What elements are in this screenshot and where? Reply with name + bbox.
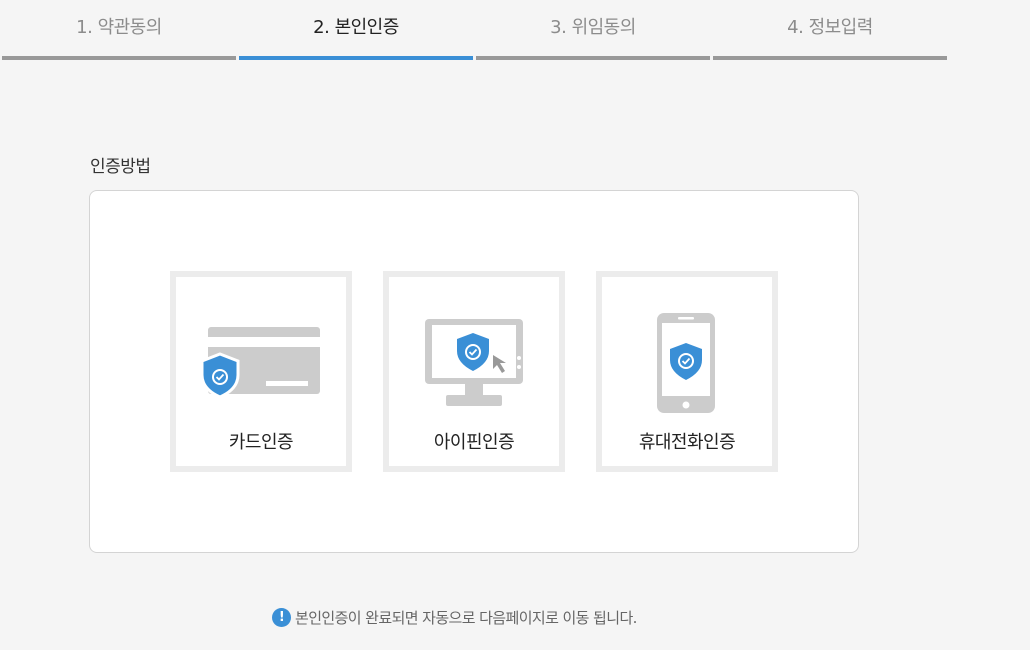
- section-title: 인증방법: [90, 157, 151, 177]
- step-indicator: 1. 약관동의 2. 본인인증 3. 위임동의 4. 정보입력: [2, 0, 948, 60]
- step-label: 4. 정보입력: [787, 17, 873, 38]
- method-label: 휴대전화인증: [638, 432, 736, 453]
- step-progress-bar: [476, 56, 710, 60]
- step-progress-bar: [2, 56, 236, 60]
- step-agreement: 1. 약관동의: [2, 0, 236, 60]
- card-verification-button[interactable]: 카드인증: [170, 271, 352, 472]
- step-label: 3. 위임동의: [550, 17, 636, 38]
- step-progress-bar: [713, 56, 947, 60]
- verification-method-panel: 카드인증 아이핀인증 휴대전화인증: [89, 190, 859, 553]
- mobile-verification-button[interactable]: 휴대전화인증: [596, 271, 778, 472]
- ipin-verification-button[interactable]: 아이핀인증: [383, 271, 565, 472]
- step-delegation-consent: 3. 위임동의: [476, 0, 710, 60]
- step-identity-verification: 2. 본인인증: [239, 0, 473, 60]
- method-label: 아이핀인증: [433, 432, 515, 453]
- method-label: 카드인증: [228, 432, 294, 453]
- step-progress-bar: [239, 56, 473, 60]
- step-info-input: 4. 정보입력: [713, 0, 947, 60]
- step-label: 1. 약관동의: [76, 17, 162, 38]
- notice-text: 본인인증이 완료되면 자동으로 다음페이지로 이동 됩니다.: [295, 608, 637, 627]
- card-shield-icon: [200, 327, 320, 399]
- monitor-shield-icon: [425, 319, 523, 406]
- phone-shield-icon: [657, 313, 715, 413]
- auto-redirect-notice: ! 본인인증이 완료되면 자동으로 다음페이지로 이동 됩니다.: [272, 605, 637, 629]
- step-label: 2. 본인인증: [313, 17, 399, 38]
- exclamation-icon: !: [272, 607, 291, 627]
